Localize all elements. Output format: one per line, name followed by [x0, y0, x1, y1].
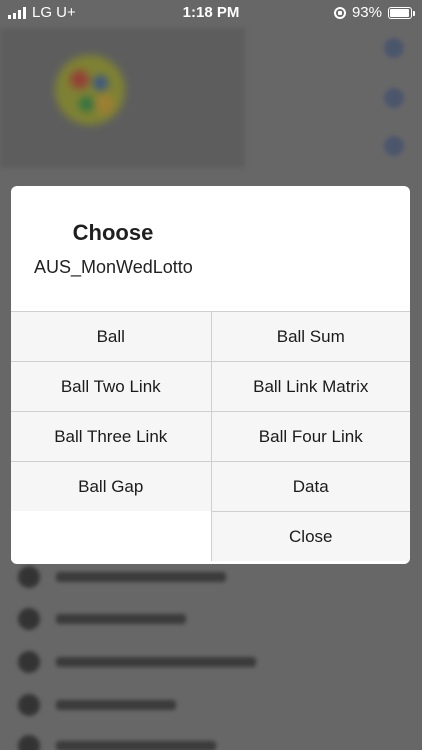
ball-button[interactable]: Ball	[11, 311, 211, 361]
ball-two-link-button[interactable]: Ball Two Link	[11, 361, 211, 411]
ball-link-matrix-button[interactable]: Ball Link Matrix	[210, 361, 410, 411]
ball-gap-button[interactable]: Ball Gap	[11, 461, 211, 511]
rotation-lock-icon	[333, 6, 346, 19]
battery-icon	[388, 6, 415, 19]
empty-cell	[11, 511, 211, 561]
dialog-subtitle: AUS_MonWedLotto	[34, 257, 193, 277]
battery-percent: 93%	[351, 4, 382, 21]
choose-dialog: Choose AUS_MonWedLotto Ball Ball Sum Bal…	[11, 186, 410, 564]
data-button[interactable]: Data	[210, 461, 410, 511]
ball-three-link-button[interactable]: Ball Three Link	[11, 411, 211, 461]
ball-four-link-button[interactable]: Ball Four Link	[210, 411, 410, 461]
close-button[interactable]: Close	[210, 511, 410, 561]
ball-sum-button[interactable]: Ball Sum	[210, 311, 410, 361]
options-grid: Ball Ball Sum Ball Two Link Ball Link Ma…	[11, 311, 410, 561]
dialog-title: Choose	[72, 220, 154, 245]
status-bar: LG U+ 1:18 PM 93%	[0, 0, 422, 26]
